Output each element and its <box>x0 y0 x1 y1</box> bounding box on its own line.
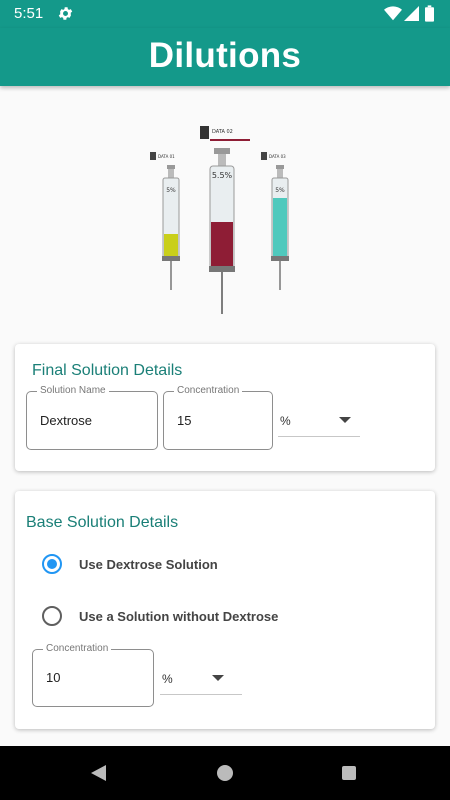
signal-icon <box>404 6 419 21</box>
solution-name-label: Solution Name <box>37 385 109 397</box>
app-title: Dilutions <box>148 36 302 75</box>
final-concentration-label: Concentration <box>174 385 243 397</box>
chevron-down-icon <box>339 417 351 423</box>
base-solution-card: Base Solution Details Use Dextrose Solut… <box>15 491 435 729</box>
final-concentration-value: 15 <box>177 413 192 428</box>
data-tag-icon: DATA 01 <box>150 152 175 160</box>
chevron-down-icon <box>212 675 224 681</box>
syringe-left-label: 5% <box>166 187 176 194</box>
solution-name-field[interactable]: Solution Name Dextrose <box>26 385 158 450</box>
app-bar: Dilutions <box>0 28 450 86</box>
final-solution-title: Final Solution Details <box>32 362 183 379</box>
battery-icon <box>425 5 434 22</box>
syringes-illustration: DATA 02 DATA 01 DATA 03 5% 5.5% 5% <box>150 126 289 314</box>
status-time: 5:51 <box>14 5 44 22</box>
radio-button-no-dextrose[interactable] <box>42 606 62 626</box>
syringe-center-label: 5.5% <box>212 171 233 180</box>
home-icon[interactable] <box>217 765 233 781</box>
final-concentration-field[interactable]: Concentration 15 <box>163 385 273 450</box>
data-tag-label: DATA 02 <box>212 129 233 135</box>
recent-apps-icon[interactable] <box>342 766 356 780</box>
radio-label-no-dextrose: Use a Solution without Dextrose <box>79 609 279 624</box>
navigation-bar <box>0 746 450 800</box>
final-solution-card: Final Solution Details Solution Name Dex… <box>15 344 435 471</box>
data-tag-label: DATA 01 <box>158 154 175 159</box>
final-unit-value: % <box>280 414 291 428</box>
wifi-icon <box>384 6 402 21</box>
solution-name-value: Dextrose <box>40 413 93 428</box>
final-unit-select[interactable]: % <box>278 404 360 437</box>
data-tag-label: DATA 03 <box>269 154 286 159</box>
status-bar: 5:51 <box>0 0 450 28</box>
base-unit-select[interactable]: % <box>160 662 242 695</box>
syringe-left: 5% <box>162 165 180 290</box>
back-icon[interactable] <box>91 765 106 781</box>
data-tag-icon: DATA 03 <box>261 152 286 160</box>
data-tag-icon: DATA 02 <box>200 126 250 141</box>
syringe-center: 5.5% <box>209 148 235 314</box>
radio-label-dextrose: Use Dextrose Solution <box>79 557 218 572</box>
base-solution-title: Base Solution Details <box>26 514 179 531</box>
syringe-right: 5% <box>271 165 289 290</box>
syringe-right-label: 5% <box>275 187 285 194</box>
base-concentration-field[interactable]: Concentration 10 <box>32 643 154 707</box>
base-concentration-value: 10 <box>46 670 61 685</box>
radio-option-dextrose[interactable]: Use Dextrose Solution <box>15 546 435 582</box>
gear-icon <box>58 7 73 20</box>
base-unit-value: % <box>162 672 173 686</box>
radio-option-no-dextrose[interactable]: Use a Solution without Dextrose <box>15 598 435 634</box>
base-concentration-label: Concentration <box>43 643 112 655</box>
radio-button-dextrose[interactable] <box>42 554 62 574</box>
